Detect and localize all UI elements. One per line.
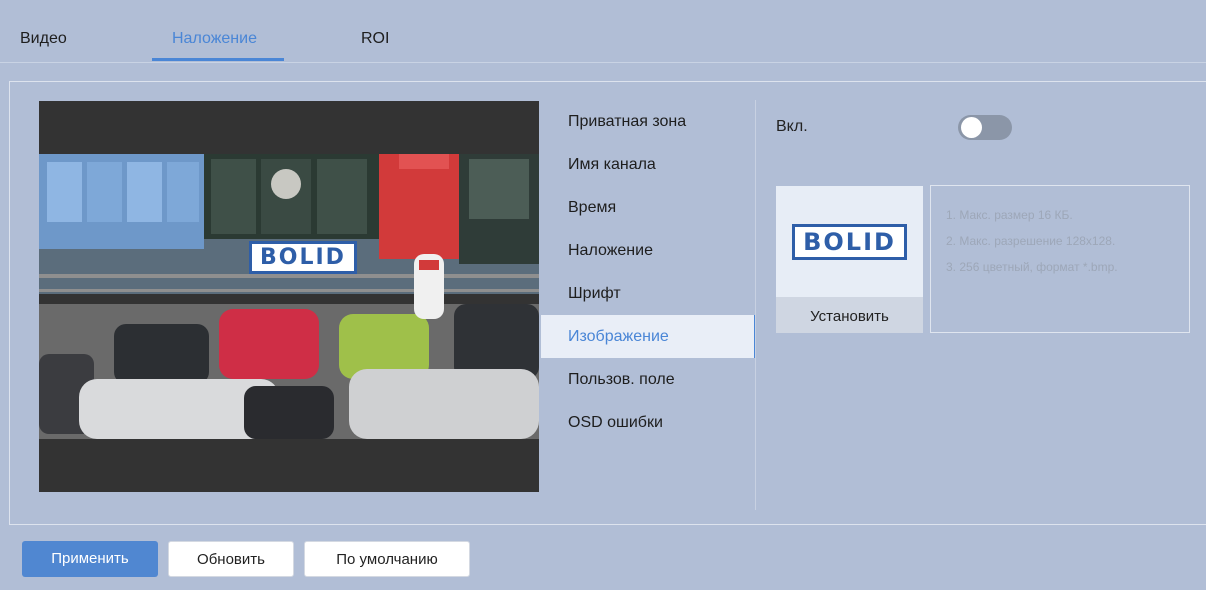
- video-preview: BOLID: [39, 101, 539, 492]
- refresh-button[interactable]: Обновить: [168, 541, 294, 577]
- tab-overlay[interactable]: Наложение: [172, 30, 257, 48]
- image-requirements-box: 1. Макс. размер 16 КБ. 2. Макс. разрешен…: [930, 185, 1190, 333]
- logo-upload-box[interactable]: BOLID Установить: [776, 186, 923, 333]
- bolid-logo: BOLID: [249, 241, 357, 274]
- toggle-knob: [961, 117, 982, 138]
- menu-item-osd-errors[interactable]: OSD ошибки: [541, 401, 756, 444]
- preview-logo-overlay[interactable]: BOLID: [249, 241, 357, 274]
- tab-roi[interactable]: ROI: [361, 30, 389, 48]
- active-tab-indicator: [152, 58, 284, 61]
- requirement-size: 1. Макс. размер 16 КБ.: [946, 208, 1073, 222]
- camera-scene-image: [39, 154, 539, 439]
- menu-divider: [755, 100, 756, 510]
- menu-item-channel-name[interactable]: Имя канала: [541, 143, 756, 186]
- bolid-logo-thumbnail: BOLID: [792, 223, 907, 260]
- requirement-format: 3. 256 цветный, формат *.bmp.: [946, 260, 1118, 274]
- enable-label: Вкл.: [776, 118, 808, 135]
- enable-toggle[interactable]: [958, 115, 1012, 140]
- install-button[interactable]: Установить: [776, 297, 923, 333]
- logo-thumbnail: BOLID: [776, 186, 923, 297]
- menu-item-custom-field[interactable]: Пользов. поле: [541, 358, 756, 401]
- requirement-resolution: 2. Макс. разрешение 128x128.: [946, 234, 1116, 248]
- menu-item-time[interactable]: Время: [541, 186, 756, 229]
- menu-item-font[interactable]: Шрифт: [541, 272, 756, 315]
- default-button[interactable]: По умолчанию: [304, 541, 470, 577]
- tab-bar: Видео Наложение ROI: [0, 0, 1206, 63]
- menu-item-privacy-zone[interactable]: Приватная зона: [541, 100, 756, 143]
- menu-item-image[interactable]: Изображение: [541, 315, 756, 358]
- apply-button[interactable]: Применить: [22, 541, 158, 577]
- tab-video[interactable]: Видео: [20, 30, 67, 48]
- osd-menu: Приватная зона Имя канала Время Наложени…: [541, 100, 756, 444]
- menu-item-overlay[interactable]: Наложение: [541, 229, 756, 272]
